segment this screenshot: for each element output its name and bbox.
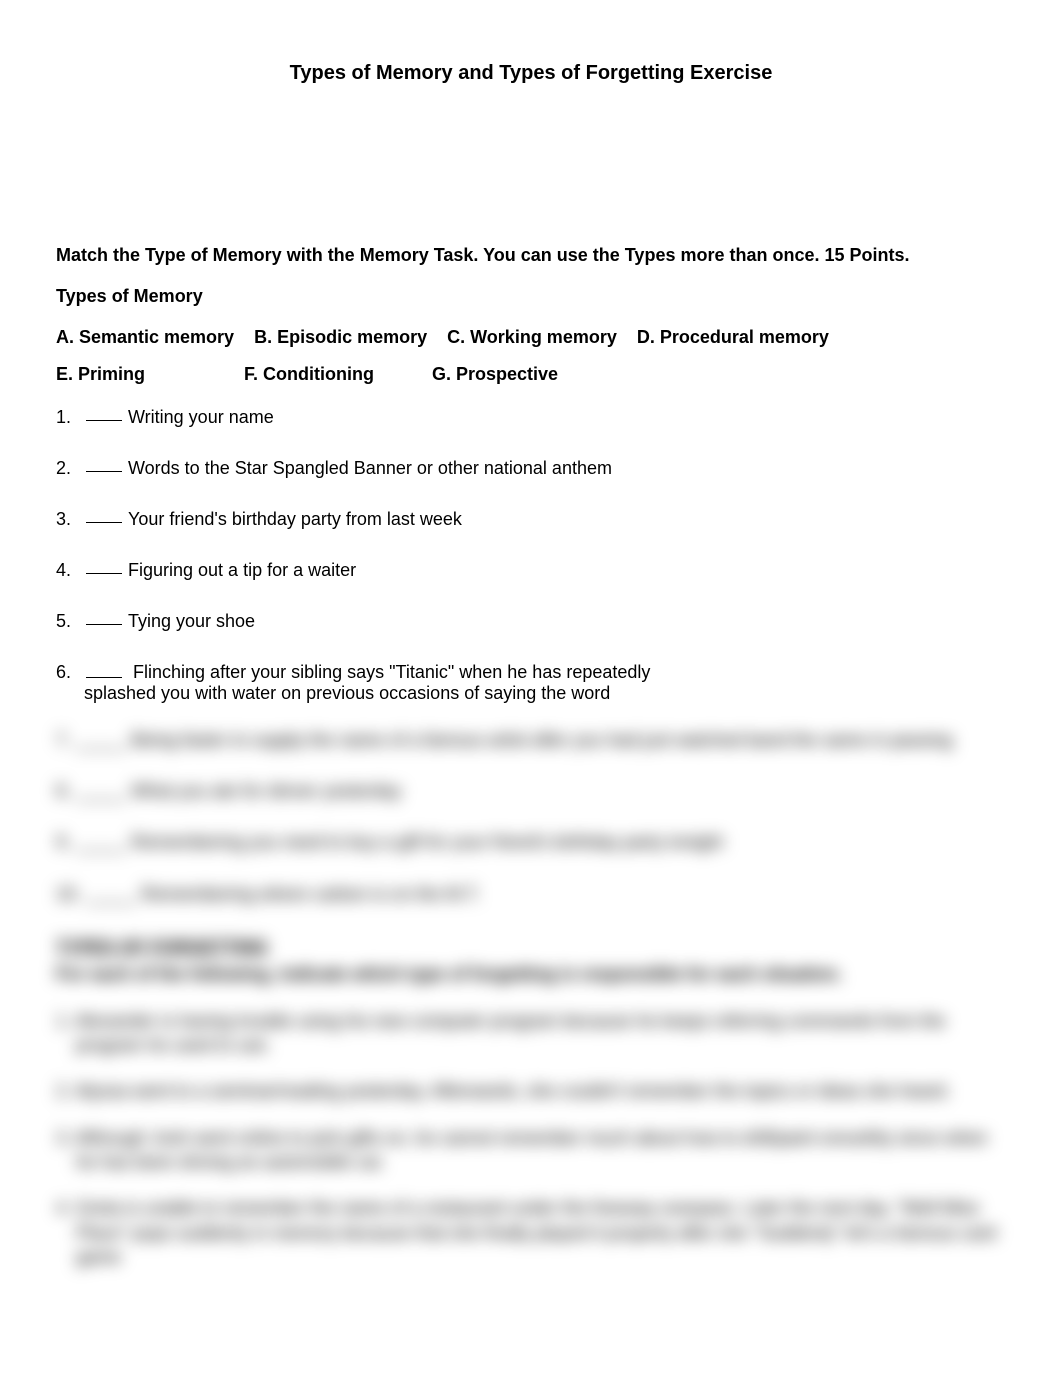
blurred-subheading: For each of the following, indicate whic…	[56, 964, 1006, 985]
type-a: A. Semantic memory	[56, 327, 234, 348]
blurred-p3: 3. Although Josh went online to pick gif…	[56, 1126, 1006, 1175]
question-number: 2.	[56, 458, 84, 479]
answer-blank[interactable]	[86, 509, 122, 523]
blurred-q10: 10. _____ Remembering where carbon is on…	[56, 882, 1006, 907]
blurred-content: 7. _____ Being faster to supply the name…	[56, 728, 1006, 1269]
blurred-p2: 2. Alyssa went to a seminar/reading yest…	[56, 1079, 1006, 1103]
type-f: F. Conditioning	[244, 364, 412, 385]
instructions-text: Match the Type of Memory with the Memory…	[56, 245, 1006, 266]
blurred-q9: 9. _____ Remembering you need to buy a g…	[56, 830, 1006, 855]
question-text: Tying your shoe	[128, 611, 255, 632]
blurred-heading: TYPES OF FORGETTING	[56, 937, 1006, 958]
question-1: 1. Writing your name	[56, 407, 1006, 428]
question-number: 5.	[56, 611, 84, 632]
type-g: G. Prospective	[432, 364, 600, 385]
blurred-q8: 8. _____ What you ate for dinner yesterd…	[56, 779, 1006, 804]
type-b: B. Episodic memory	[254, 327, 427, 348]
type-c: C. Working memory	[447, 327, 617, 348]
question-4: 4. Figuring out a tip for a waiter	[56, 560, 1006, 581]
question-number: 1.	[56, 407, 84, 428]
answer-blank[interactable]	[86, 458, 122, 472]
answer-blank[interactable]	[86, 560, 122, 574]
blurred-q7: 7. _____ Being faster to supply the name…	[56, 728, 1006, 753]
question-text: Flinching after your sibling says "Titan…	[133, 662, 650, 682]
question-number: 3.	[56, 509, 84, 530]
question-number: 6.	[56, 662, 84, 683]
question-number: 4.	[56, 560, 84, 581]
question-6: 6. Flinching after your sibling says "Ti…	[56, 662, 1006, 704]
blurred-p1: 1. Alexander is having trouble using his…	[56, 1009, 1006, 1058]
answer-blank[interactable]	[86, 664, 122, 678]
types-row-2: E. Priming F. Conditioning G. Prospectiv…	[56, 364, 1006, 385]
question-text-line2: splashed you with water on previous occa…	[84, 683, 610, 703]
question-2: 2. Words to the Star Spangled Banner or …	[56, 458, 1006, 479]
question-list: 1. Writing your name 2. Words to the Sta…	[56, 407, 1006, 704]
type-e: E. Priming	[56, 364, 224, 385]
types-heading: Types of Memory	[56, 286, 1006, 307]
question-text: Your friend's birthday party from last w…	[128, 509, 462, 530]
types-row-1: A. Semantic memory B. Episodic memory C.…	[56, 327, 1006, 348]
question-text: Words to the Star Spangled Banner or oth…	[128, 458, 612, 479]
question-5: 5. Tying your shoe	[56, 611, 1006, 632]
question-text: Writing your name	[128, 407, 274, 428]
type-d: D. Procedural memory	[637, 327, 829, 348]
answer-blank[interactable]	[86, 611, 122, 625]
answer-blank[interactable]	[86, 407, 122, 421]
blurred-p4: 4. Greta is unable to remember the name …	[56, 1196, 1006, 1269]
question-3: 3. Your friend's birthday party from las…	[56, 509, 1006, 530]
question-text: Figuring out a tip for a waiter	[128, 560, 356, 581]
page-title: Types of Memory and Types of Forgetting …	[56, 62, 1006, 85]
